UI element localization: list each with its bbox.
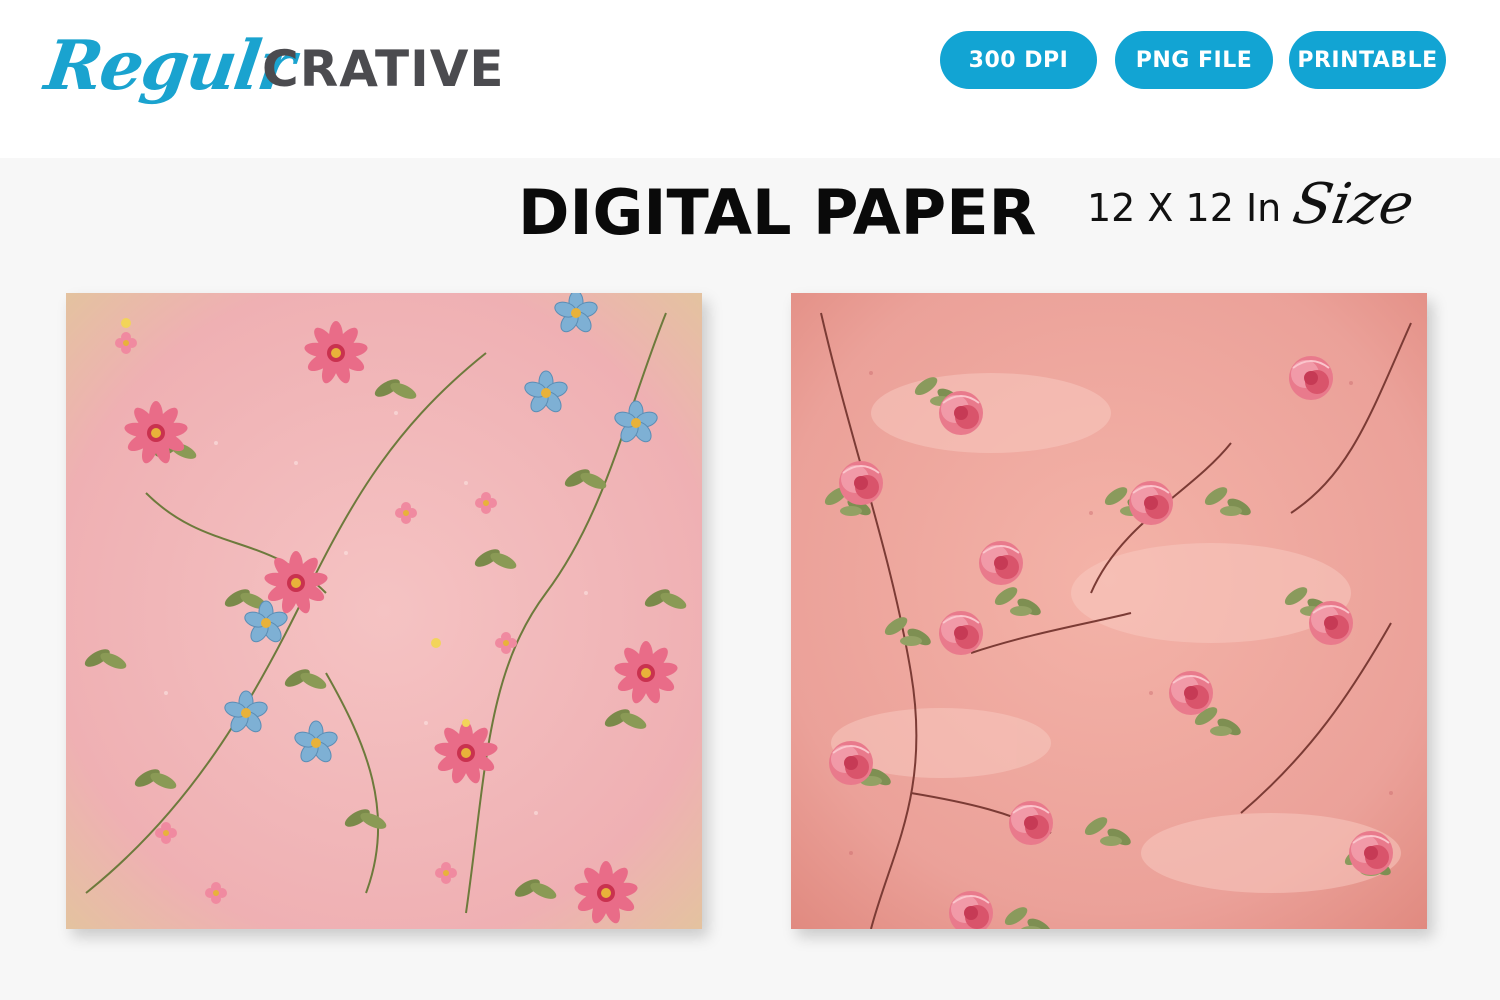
digital-paper-preview-1[interactable] — [66, 293, 702, 929]
badge-300-dpi: 300 DPI — [940, 31, 1097, 89]
product-preview: DIGITAL PAPER 12 X 12 In Size — [0, 158, 1500, 1000]
page-title: DIGITAL PAPER — [518, 176, 1037, 249]
brand-logo[interactable]: Regulr CRATIVE — [40, 18, 506, 128]
logo-bold-text: CRATIVE — [262, 40, 505, 98]
size-label: 12 X 12 In — [1087, 186, 1282, 230]
header: Regulr CRATIVE 300 DPI PNG FILE PRINTABL… — [0, 0, 1500, 158]
badge-printable: PRINTABLE — [1289, 31, 1446, 89]
logo-script-text: Regulr — [40, 26, 299, 106]
floral-pattern-image-2 — [791, 293, 1427, 929]
size-script-label: Size — [1288, 172, 1419, 237]
badge-png-file: PNG FILE — [1115, 31, 1273, 89]
floral-pattern-image-1 — [66, 293, 702, 929]
digital-paper-preview-2[interactable] — [791, 293, 1427, 929]
